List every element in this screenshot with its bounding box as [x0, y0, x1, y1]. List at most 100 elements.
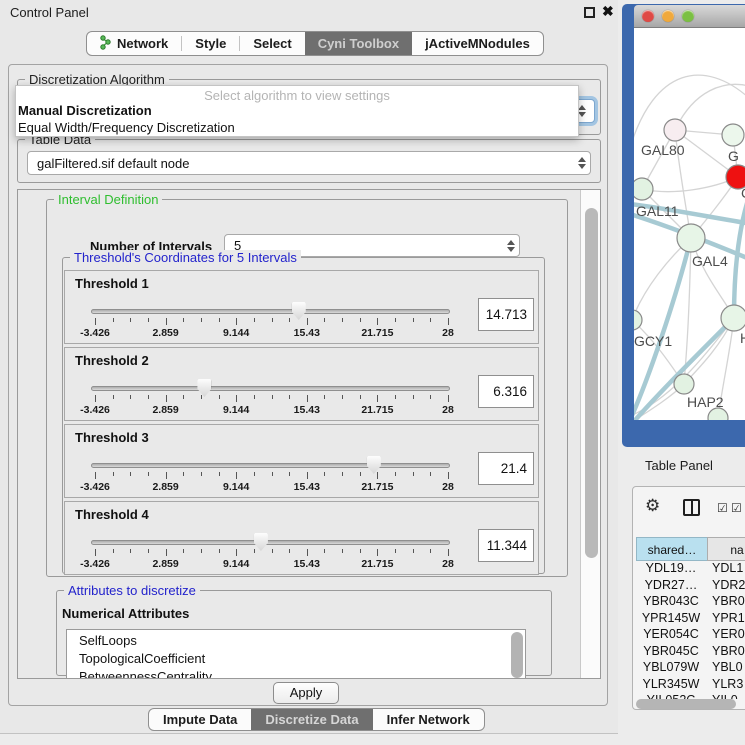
table-row[interactable]: YPR145WYPR1 [636, 611, 745, 628]
tab-cyni-toolbox[interactable]: Cyni Toolbox [305, 32, 412, 55]
slider-thumb[interactable] [197, 379, 211, 397]
slider-track[interactable] [91, 463, 450, 468]
cell-name: YBR0 [706, 644, 745, 658]
algorithm-option[interactable]: Equal Width/Frequency Discretization [16, 119, 578, 136]
slider-track[interactable] [91, 386, 450, 391]
slider-tick [307, 395, 308, 402]
slider-tick-label: 21.715 [361, 404, 393, 416]
slider-tick [377, 549, 378, 556]
slider-tick [413, 318, 414, 322]
float-window-icon[interactable] [584, 7, 595, 18]
slider-tick [360, 318, 361, 322]
attribute-list-item[interactable]: TopologicalCoefficient [67, 650, 525, 668]
slider-thumb[interactable] [367, 456, 381, 474]
apply-button[interactable]: Apply [273, 682, 339, 704]
cell-shared-name: YBR043C [636, 594, 706, 608]
network-canvas[interactable]: GAL80GCGAL11GAL4GCY1HHAP2 [634, 28, 745, 420]
table-data-combobox[interactable]: galFiltered.sif default node [27, 151, 591, 175]
network-window-titlebar[interactable] [634, 5, 745, 28]
slider-tick-label: -3.426 [80, 558, 110, 570]
checkbox-icon[interactable]: ☑ [731, 501, 742, 515]
scrollbar-track[interactable] [580, 190, 601, 678]
slider-tick [166, 318, 167, 325]
node-label-c: C [741, 185, 745, 201]
checkbox-icon[interactable]: ☑ [717, 501, 728, 515]
slider-tick [130, 549, 131, 553]
tab-label: Style [195, 36, 226, 51]
node-label-hap2: HAP2 [687, 394, 724, 410]
tab-discretize-data[interactable]: Discretize Data [251, 709, 372, 730]
scrollbar-thumb[interactable] [585, 208, 598, 558]
attribute-list-item[interactable]: SelfLoops [67, 632, 525, 650]
table-row[interactable]: YBR045CYBR0 [636, 644, 745, 661]
slider-tick [307, 549, 308, 556]
table-row[interactable]: YDL19…YDL1 [636, 561, 745, 578]
slider-tick [413, 395, 414, 399]
slider-tick-label: 9.144 [223, 404, 249, 416]
column-header-shared-name[interactable]: shared… [636, 537, 708, 561]
table-row[interactable]: YBR043CYBR0 [636, 594, 745, 611]
tab-jactivemnodules[interactable]: jActiveMNodules [412, 32, 543, 55]
table-row[interactable]: YLR345WYLR3 [636, 677, 745, 694]
attribute-list-item[interactable]: BetweennessCentrality [67, 668, 525, 679]
threshold-label: Threshold 1 [75, 276, 149, 291]
close-traffic-light[interactable] [642, 10, 654, 22]
slider-tick [166, 395, 167, 402]
network-node-gal80[interactable] [664, 119, 686, 141]
slider-tick [377, 395, 378, 402]
cell-name: YDR2 [706, 578, 745, 592]
slider-tick [95, 472, 96, 479]
settings-gear-icon[interactable]: ⚙ [645, 496, 660, 516]
slider-tick-label: 2.859 [152, 558, 178, 570]
interval-definition-label: Interval Definition [54, 192, 162, 207]
slider-tick [289, 549, 290, 553]
tab-impute-data[interactable]: Impute Data [149, 709, 251, 730]
tab-style[interactable]: Style [182, 32, 239, 55]
table-row[interactable]: YDR27…YDR2 [636, 578, 745, 595]
table-hscrollbar-thumb[interactable] [636, 699, 736, 709]
threshold-value-field[interactable]: 11.344 [478, 529, 534, 562]
slider-tick [289, 395, 290, 399]
slider-thumb[interactable] [254, 533, 268, 551]
thresholds-group-label: Threshold's Coordinates for 5 Intervals [70, 250, 301, 265]
network-node-gal11[interactable] [634, 178, 653, 200]
threshold-value-field[interactable]: 14.713 [478, 298, 534, 331]
cyni-toolbox-panel: Discretization Algorithm Select algorith… [8, 64, 608, 706]
up-arrow-icon [578, 105, 586, 110]
slider-tick-label: 9.144 [223, 327, 249, 339]
cell-shared-name: YBL079W [636, 660, 706, 674]
slider-tick [342, 318, 343, 322]
network-node-gcy1[interactable] [634, 310, 642, 330]
slider-thumb[interactable] [292, 302, 306, 320]
threshold-value-field[interactable]: 6.316 [478, 375, 534, 408]
network-node-g[interactable] [722, 124, 744, 146]
tab-infer-network[interactable]: Infer Network [373, 709, 484, 730]
list-scrollbar-thumb[interactable] [511, 632, 523, 678]
slider-tick [272, 395, 273, 399]
slider-track[interactable] [91, 309, 450, 314]
network-node-h[interactable] [721, 305, 745, 331]
table-row[interactable]: YER054CYER0 [636, 627, 745, 644]
cell-name: YPR1 [706, 611, 745, 625]
zoom-traffic-light[interactable] [682, 10, 694, 22]
tab-network[interactable]: Network [87, 32, 181, 55]
threshold-value-field[interactable]: 21.4 [478, 452, 534, 485]
split-columns-icon[interactable] [683, 499, 700, 516]
algorithm-option[interactable]: Manual Discretization [16, 102, 578, 119]
network-node-gal4[interactable] [677, 224, 705, 252]
numerical-attributes-list[interactable]: SelfLoopsTopologicalCoefficientBetweenne… [66, 629, 526, 679]
close-icon[interactable]: ✖ [602, 3, 614, 20]
slider-tick [448, 318, 449, 325]
network-node-hap2[interactable] [674, 374, 694, 394]
slider-tick [236, 395, 237, 402]
cell-name: YBL0 [706, 660, 743, 674]
column-header-name[interactable]: na [707, 537, 745, 561]
slider-tick-label: 9.144 [223, 481, 249, 493]
tab-label: Select [253, 36, 291, 51]
slider-track[interactable] [91, 540, 450, 545]
slider-tick [342, 549, 343, 553]
table-row[interactable]: YBL079WYBL0 [636, 660, 745, 677]
tab-select[interactable]: Select [240, 32, 304, 55]
slider-tick [166, 549, 167, 556]
minimize-traffic-light[interactable] [662, 10, 674, 22]
